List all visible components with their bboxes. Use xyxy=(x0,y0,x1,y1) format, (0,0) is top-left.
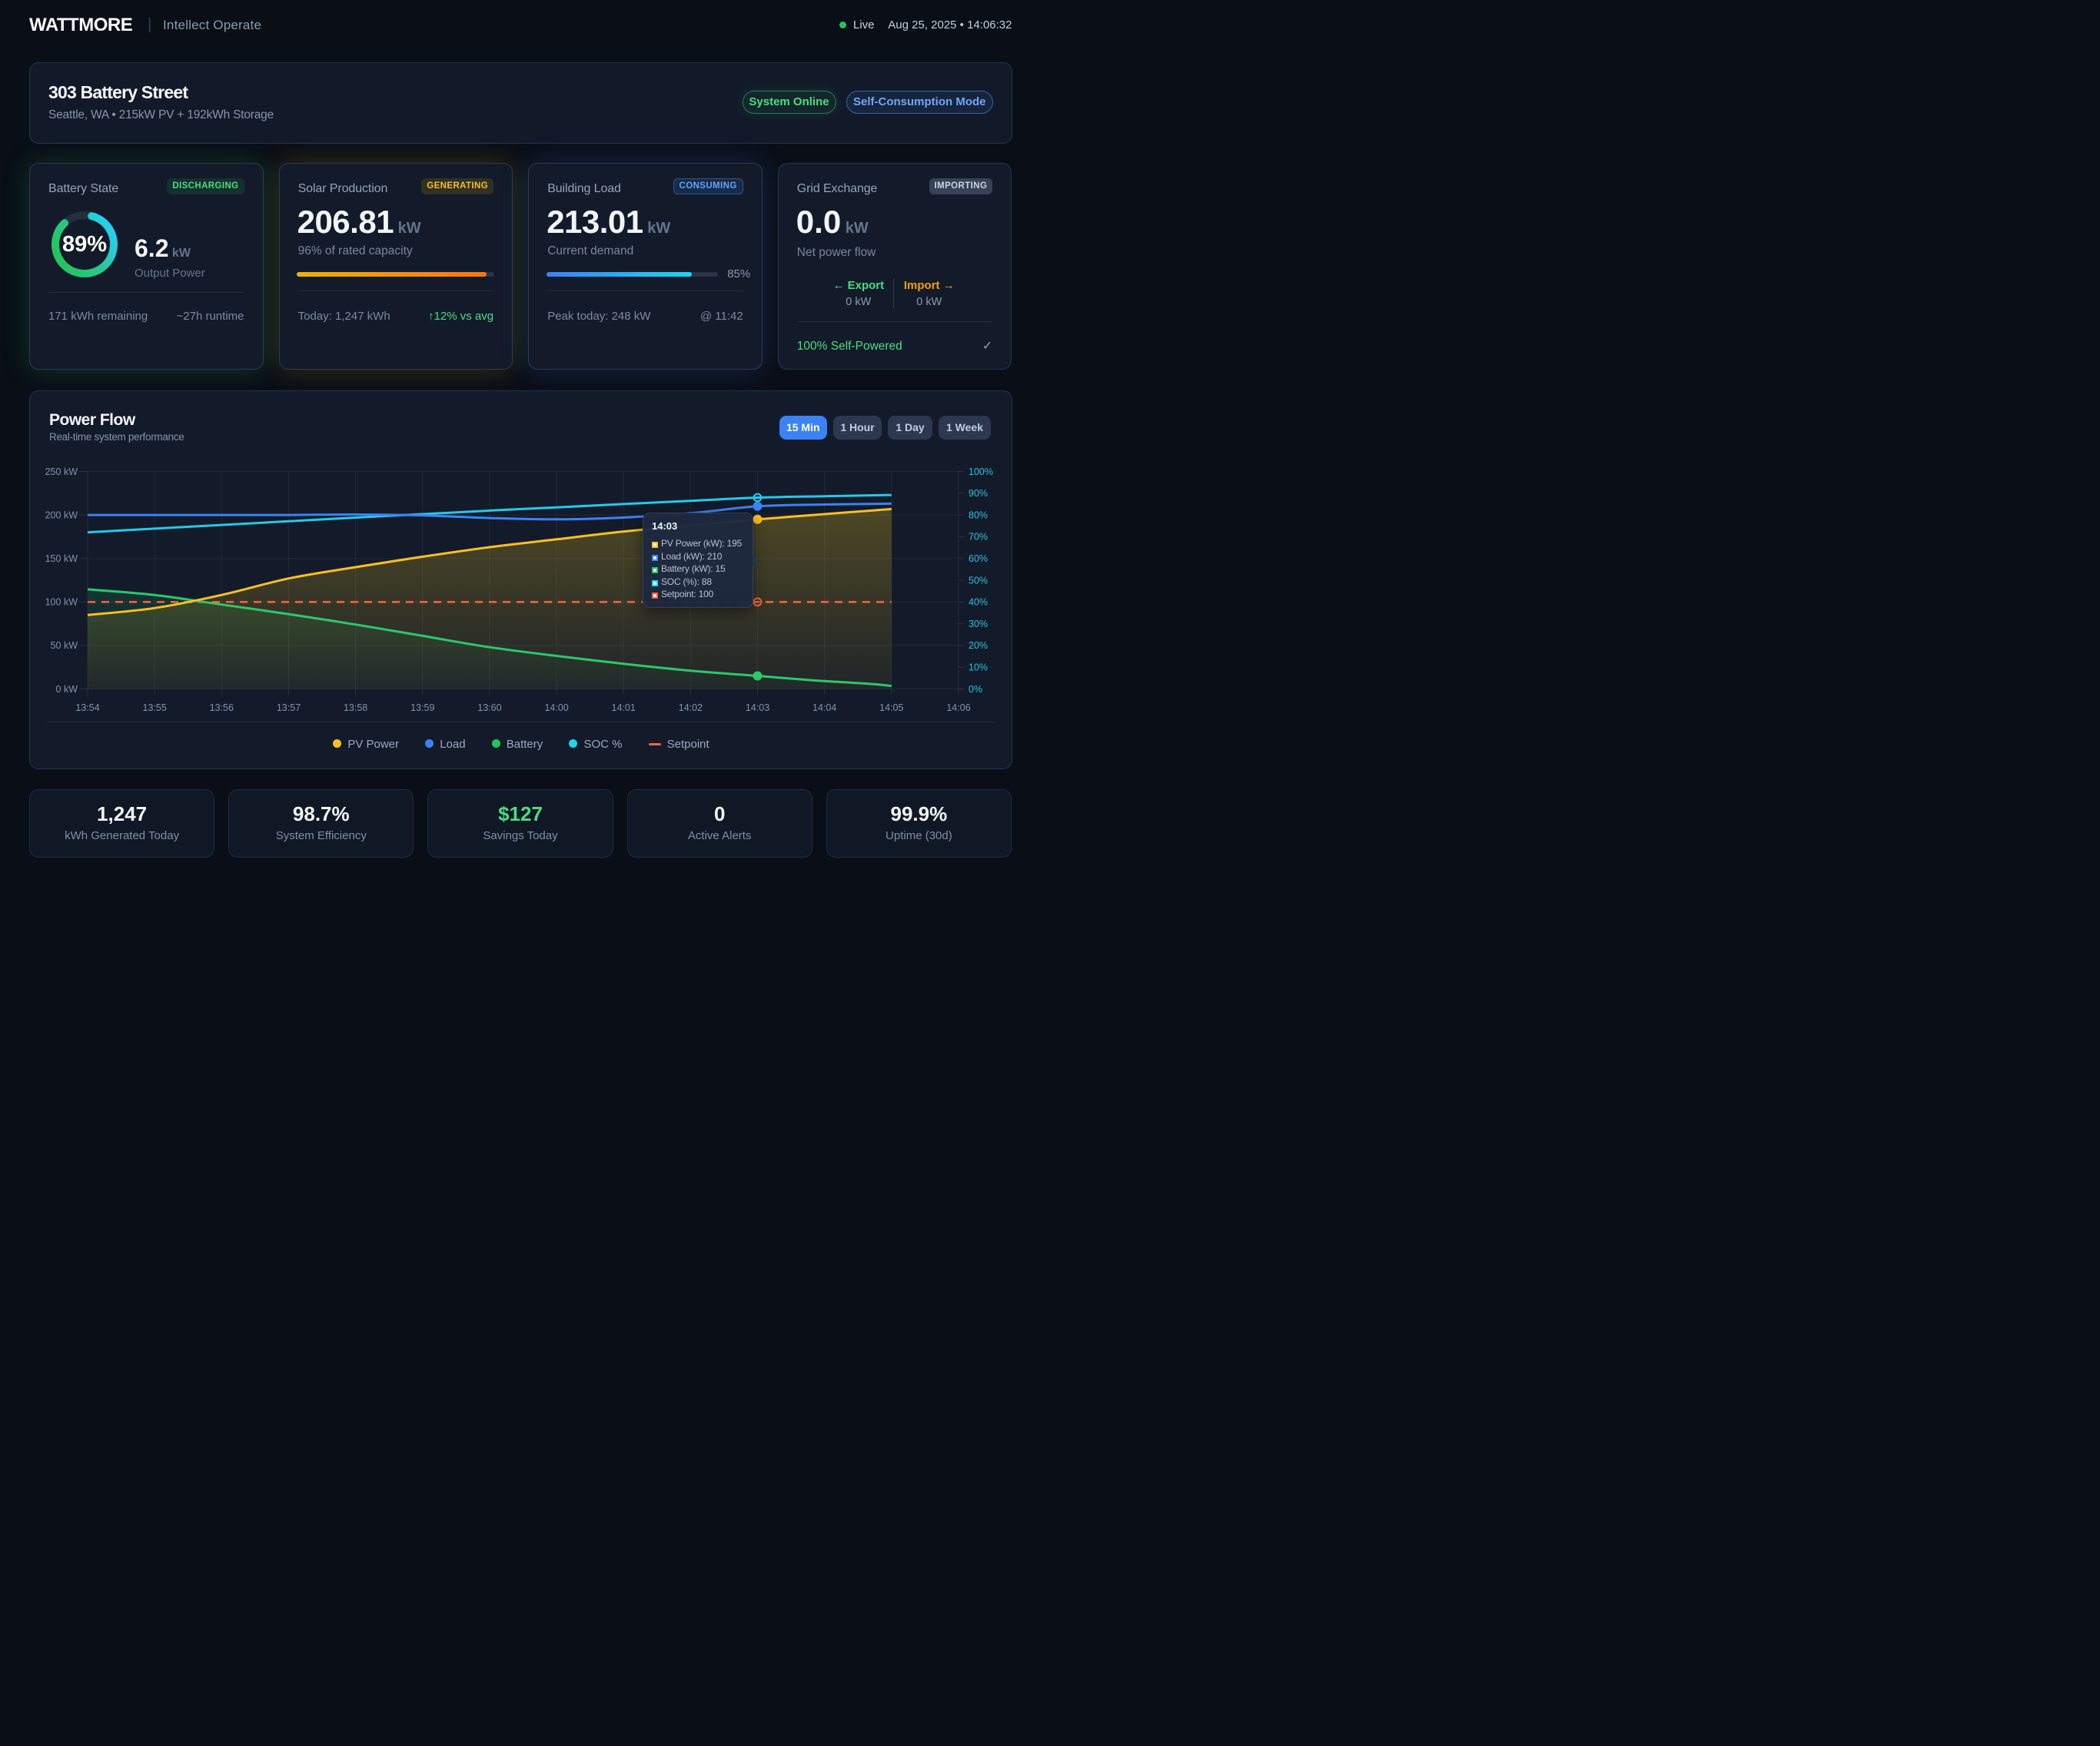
svg-text:13:54: 13:54 xyxy=(75,702,99,713)
svg-text:100%: 100% xyxy=(969,466,993,477)
svg-text:90%: 90% xyxy=(969,488,988,499)
svg-text:70%: 70% xyxy=(969,532,988,543)
svg-text:14:05: 14:05 xyxy=(879,702,903,713)
svg-text:14:01: 14:01 xyxy=(612,702,636,713)
svg-text:40%: 40% xyxy=(969,597,988,608)
svg-text:0%: 0% xyxy=(969,684,982,695)
svg-text:20%: 20% xyxy=(969,640,988,651)
svg-text:0 kW: 0 kW xyxy=(56,684,78,695)
svg-text:80%: 80% xyxy=(969,510,988,520)
svg-text:50 kW: 50 kW xyxy=(51,640,78,651)
svg-text:13:58: 13:58 xyxy=(344,702,367,713)
svg-text:13:60: 13:60 xyxy=(477,702,501,713)
svg-text:200 kW: 200 kW xyxy=(45,510,78,520)
svg-text:60%: 60% xyxy=(969,553,988,564)
svg-text:13:57: 13:57 xyxy=(277,702,301,713)
svg-text:14:03: 14:03 xyxy=(746,702,769,713)
svg-text:14:06: 14:06 xyxy=(946,702,970,713)
svg-text:50%: 50% xyxy=(969,575,988,586)
svg-text:30%: 30% xyxy=(969,619,988,629)
svg-text:250 kW: 250 kW xyxy=(45,466,78,477)
svg-text:14:02: 14:02 xyxy=(679,702,703,713)
svg-text:14:04: 14:04 xyxy=(812,702,836,713)
svg-text:14:00: 14:00 xyxy=(544,702,568,713)
svg-text:13:56: 13:56 xyxy=(210,702,234,713)
svg-text:13:59: 13:59 xyxy=(410,702,434,713)
svg-text:13:55: 13:55 xyxy=(143,702,167,713)
svg-text:10%: 10% xyxy=(969,662,988,673)
svg-text:100 kW: 100 kW xyxy=(45,597,78,608)
svg-text:150 kW: 150 kW xyxy=(45,553,78,564)
